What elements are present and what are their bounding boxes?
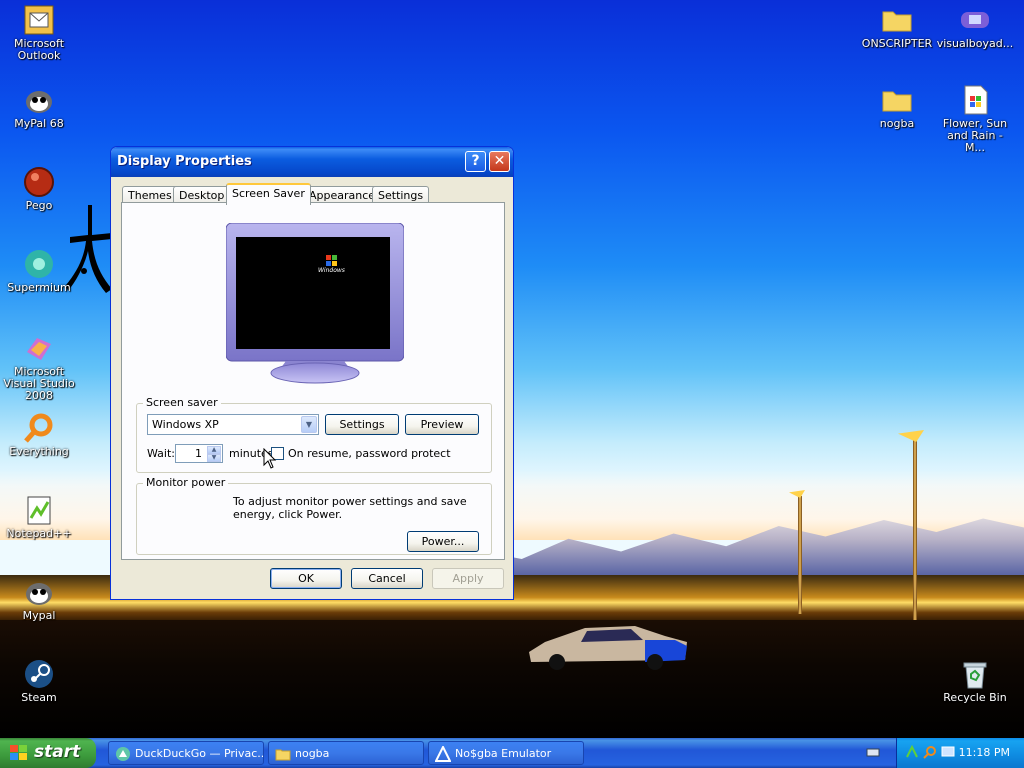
- screen-saver-panel: Windows Screen saver Windows XP ▼ Settin…: [121, 202, 505, 560]
- desktop-icon-visual-studio[interactable]: Microsoft Visual Studio 2008: [0, 332, 78, 402]
- ok-button[interactable]: OK: [270, 568, 342, 589]
- folder-icon: [275, 749, 291, 761]
- monitor-power-group: Monitor power To adjust monitor power se…: [136, 476, 492, 555]
- desktop-icon-steam[interactable]: Steam: [0, 658, 78, 704]
- display-properties-window: Display Properties ? ✕ Themes Desktop Sc…: [110, 146, 514, 600]
- task-label: No$gba Emulator: [455, 747, 552, 760]
- clock[interactable]: 11:18 PM: [959, 746, 1010, 759]
- desktop-icon-flower-sun-rain[interactable]: Flower, Sun and Rain - M...: [936, 84, 1014, 154]
- start-button[interactable]: start: [0, 738, 96, 768]
- window-titlebar[interactable]: Display Properties ? ✕: [111, 147, 513, 177]
- window-body: Themes Desktop Screen Saver Appearance S…: [114, 177, 510, 596]
- monitor-power-description: To adjust monitor power settings and sav…: [233, 495, 467, 521]
- screen-saver-settings-button[interactable]: Settings: [325, 414, 399, 435]
- monitor-power-group-label: Monitor power: [143, 476, 229, 489]
- nogba-icon: [435, 746, 451, 762]
- spin-up-icon[interactable]: ▲: [207, 446, 221, 454]
- desktop-icon-recycle-bin[interactable]: Recycle Bin: [936, 658, 1014, 704]
- cancel-button[interactable]: Cancel: [351, 568, 423, 589]
- task-nogba-emulator[interactable]: No$gba Emulator: [428, 741, 584, 765]
- desktop-icon-notepadpp[interactable]: Notepad++: [0, 494, 78, 540]
- steam-icon: [23, 658, 55, 690]
- mypal-icon: [23, 84, 55, 116]
- screen-saver-preview: Windows: [225, 222, 405, 385]
- help-button[interactable]: ?: [465, 151, 486, 172]
- document-icon: [959, 84, 991, 116]
- network-icon[interactable]: [905, 745, 919, 759]
- desktop-icon-mypal[interactable]: Mypal: [0, 576, 78, 622]
- wait-label: Wait:: [147, 447, 175, 460]
- everything-icon: [23, 412, 55, 444]
- monitor-icon: [225, 222, 405, 384]
- wait-minutes-spinner[interactable]: 1 ▲ ▼: [175, 444, 223, 463]
- keyboard-icon[interactable]: [866, 745, 880, 759]
- windows-flag-icon: [10, 745, 27, 760]
- task-nogba-folder[interactable]: nogba: [268, 741, 424, 765]
- screen-saver-preview-button[interactable]: Preview: [405, 414, 479, 435]
- windows-logo-text: Windows: [318, 267, 345, 274]
- wait-minutes-value: 1: [195, 447, 202, 460]
- screen-saver-select[interactable]: Windows XP ▼: [147, 414, 319, 435]
- desktop-icon-everything[interactable]: Everything: [0, 412, 78, 458]
- chevron-down-icon[interactable]: ▼: [301, 416, 317, 433]
- visual-studio-icon: [23, 332, 55, 364]
- gameboy-icon: [959, 4, 991, 36]
- close-icon: ✕: [493, 153, 506, 169]
- start-label: start: [34, 742, 81, 762]
- desktop-icon-mypal-68[interactable]: MyPal 68: [0, 84, 78, 130]
- wallpaper-car: [529, 626, 687, 670]
- folder-icon: [881, 4, 913, 36]
- screen-saver-group-label: Screen saver: [143, 396, 221, 409]
- help-icon: ?: [471, 153, 480, 169]
- desktop-icon-outlook[interactable]: Microsoft Outlook: [0, 4, 78, 62]
- window-title: Display Properties: [117, 154, 252, 169]
- apply-button: Apply: [432, 568, 504, 589]
- desktop-icon-onscripter[interactable]: ONSCRIPTER: [858, 4, 936, 50]
- power-button[interactable]: Power...: [407, 531, 479, 552]
- pego-icon: [23, 166, 55, 198]
- task-label: DuckDuckGo — Privac...: [135, 747, 264, 760]
- password-protect-label[interactable]: On resume, password protect: [288, 447, 451, 460]
- spin-down-icon[interactable]: ▼: [207, 454, 221, 462]
- mouse-cursor-icon: [263, 448, 277, 469]
- desktop-icon-nogba[interactable]: nogba: [858, 84, 936, 130]
- system-tray: 11:18 PM: [896, 738, 1024, 768]
- task-label: nogba: [295, 747, 330, 760]
- desktop-icon-pego[interactable]: Pego: [0, 166, 78, 212]
- close-button[interactable]: ✕: [489, 151, 510, 172]
- outlook-icon: [23, 4, 55, 36]
- display-icon[interactable]: [941, 745, 955, 759]
- recycle-bin-icon: [959, 658, 991, 690]
- tab-screen-saver[interactable]: Screen Saver: [226, 183, 311, 205]
- taskbar: start DuckDuckGo — Privac... nogba No$gb…: [0, 738, 1024, 768]
- notepadpp-icon: [23, 494, 55, 526]
- mypal-icon: [23, 576, 55, 608]
- search-icon[interactable]: [923, 745, 937, 759]
- task-duckduckgo[interactable]: DuckDuckGo — Privac...: [108, 741, 264, 765]
- supermium-icon: [23, 248, 55, 280]
- screen-saver-group: Screen saver Windows XP ▼ Settings Previ…: [136, 396, 492, 473]
- browser-icon: [116, 747, 130, 761]
- desktop-icon-supermium[interactable]: Supermium: [0, 248, 78, 294]
- desktop-icon-visualboyadvance[interactable]: visualboyad...: [936, 4, 1014, 50]
- screen-saver-selected-value: Windows XP: [152, 418, 219, 431]
- folder-icon: [881, 84, 913, 116]
